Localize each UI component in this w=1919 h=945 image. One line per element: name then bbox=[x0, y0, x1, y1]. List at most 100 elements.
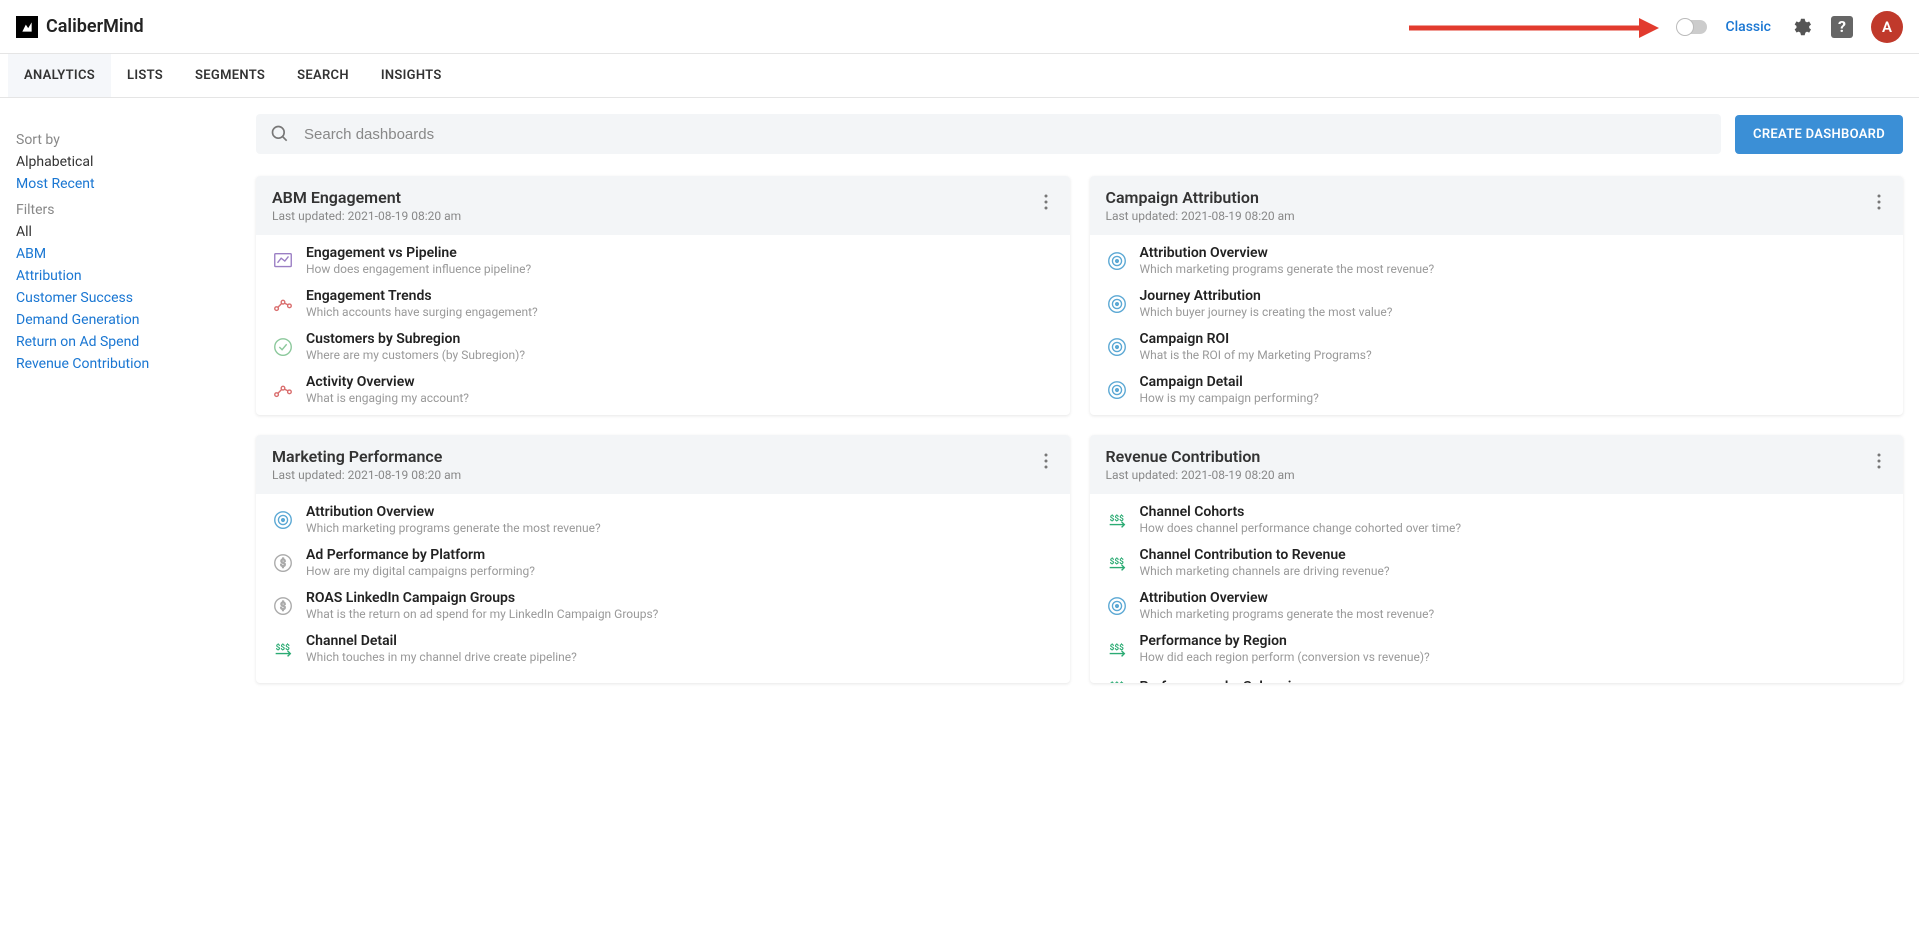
tab-lists[interactable]: LISTS bbox=[111, 54, 179, 97]
dashboard-item[interactable]: Attribution OverviewWhich marketing prog… bbox=[256, 498, 1070, 541]
money-icon: $$$ bbox=[1106, 676, 1128, 683]
dashboard-item[interactable]: Engagement vs PipelineHow does engagemen… bbox=[256, 239, 1070, 282]
money-icon: $$$ bbox=[272, 638, 294, 660]
item-desc: Where are my customers (by Subregion)? bbox=[306, 348, 1054, 362]
sort-heading: Sort by bbox=[16, 132, 234, 148]
sort-option[interactable]: Most Recent bbox=[16, 176, 234, 192]
card-title: ABM Engagement bbox=[272, 188, 1054, 207]
card-header: ABM Engagement Last updated: 2021-08-19 0… bbox=[256, 176, 1070, 235]
money-icon: $$$ bbox=[1106, 638, 1128, 660]
target-icon bbox=[1106, 336, 1128, 358]
gear-icon[interactable] bbox=[1789, 15, 1813, 39]
dashboard-item[interactable]: Campaign ROIWhat is the ROI of my Market… bbox=[1090, 325, 1904, 368]
trend-icon bbox=[272, 293, 294, 315]
target-icon bbox=[1106, 293, 1128, 315]
item-desc: Which marketing programs generate the mo… bbox=[1140, 262, 1888, 276]
dashboard-item[interactable]: Journey AttributionWhich buyer journey i… bbox=[1090, 282, 1904, 325]
item-desc: How did each region perform (conversion … bbox=[1140, 650, 1888, 664]
dashboard-item[interactable]: Attribution OverviewWhich marketing prog… bbox=[1090, 239, 1904, 282]
classic-link[interactable]: Classic bbox=[1725, 19, 1771, 35]
dashboard-item[interactable]: $$$ Performance by RegionHow did each reg… bbox=[1090, 627, 1904, 670]
item-title: Engagement Trends bbox=[306, 288, 1054, 304]
dashboard-item[interactable]: Attribution OverviewWhich marketing prog… bbox=[1090, 584, 1904, 627]
item-title: Performance by Region bbox=[1140, 633, 1888, 649]
card-updated: Last updated: 2021-08-19 08:20 am bbox=[1106, 209, 1888, 223]
card-header: Campaign Attribution Last updated: 2021-0… bbox=[1090, 176, 1904, 235]
dashboard-item[interactable]: $$$Channel Contribution to RevenueWhich … bbox=[1090, 541, 1904, 584]
item-desc: How is my campaign performing? bbox=[1140, 391, 1888, 405]
sort-option[interactable]: Alphabetical bbox=[16, 154, 234, 170]
filter-option[interactable]: Attribution bbox=[16, 268, 234, 284]
item-desc: Which marketing programs generate the mo… bbox=[1140, 607, 1888, 621]
chart-icon bbox=[272, 250, 294, 272]
kebab-menu-icon[interactable] bbox=[1867, 449, 1891, 473]
dashboard-item[interactable]: Engagement TrendsWhich accounts have sur… bbox=[256, 282, 1070, 325]
item-title: Channel Detail bbox=[306, 633, 1054, 649]
card-title: Campaign Attribution bbox=[1106, 188, 1888, 207]
brand-name: CaliberMind bbox=[46, 16, 144, 37]
item-title: Performance by Subregion bbox=[1140, 679, 1888, 684]
dashboard-item[interactable]: $$$Channel CohortsHow does channel perfo… bbox=[1090, 498, 1904, 541]
item-desc: Which accounts have surging engagement? bbox=[306, 305, 1054, 319]
item-desc: What is the ROI of my Marketing Programs… bbox=[1140, 348, 1888, 362]
item-desc: How are my digital campaigns performing? bbox=[306, 564, 1054, 578]
filter-option[interactable]: Return on Ad Spend bbox=[16, 334, 234, 350]
dashboard-item[interactable]: Campaign DetailHow is my campaign perfor… bbox=[1090, 368, 1904, 411]
create-dashboard-button[interactable]: CREATE DASHBOARD bbox=[1735, 115, 1903, 154]
filter-option[interactable]: Revenue Contribution bbox=[16, 356, 234, 372]
dashboard-item[interactable]: $ROAS LinkedIn Campaign GroupsWhat is th… bbox=[256, 584, 1070, 627]
tab-segments[interactable]: SEGMENTS bbox=[179, 54, 281, 97]
dashboard-item[interactable]: Customers by SubregionWhere are my custo… bbox=[256, 325, 1070, 368]
filter-option[interactable]: Demand Generation bbox=[16, 312, 234, 328]
item-desc: How does engagement influence pipeline? bbox=[306, 262, 1054, 276]
topbar-right: Classic ? A bbox=[1409, 11, 1903, 43]
item-title: Customers by Subregion bbox=[306, 331, 1054, 347]
kebab-menu-icon[interactable] bbox=[1034, 449, 1058, 473]
card-updated: Last updated: 2021-08-19 08:20 am bbox=[272, 468, 1054, 482]
dashboard-card: Marketing PerformanceLast updated: 2021-… bbox=[256, 435, 1070, 683]
item-title: Activity Overview bbox=[306, 374, 1054, 390]
filter-option[interactable]: Customer Success bbox=[16, 290, 234, 306]
filters-heading: Filters bbox=[16, 202, 234, 218]
sidebar: Sort by AlphabeticalMost Recent Filters … bbox=[0, 114, 250, 703]
filter-option[interactable]: ABM bbox=[16, 246, 234, 262]
item-desc: What is engaging my account? bbox=[306, 391, 1054, 405]
brand-logo-icon bbox=[16, 16, 38, 38]
dashboard-item[interactable]: $$$ Channel DetailWhich touches in my cha… bbox=[256, 627, 1070, 670]
dashboard-card: Revenue ContributionLast updated: 2021-0… bbox=[1090, 435, 1904, 683]
item-title: Campaign ROI bbox=[1140, 331, 1888, 347]
dashboard-item[interactable]: Activity OverviewWhat is engaging my acc… bbox=[256, 368, 1070, 411]
topbar: CaliberMind Classic ? A bbox=[0, 0, 1919, 54]
target-icon bbox=[272, 509, 294, 531]
dashboard-item[interactable]: $$$ Performance by Subregion bbox=[1090, 670, 1904, 683]
svg-text:$: $ bbox=[280, 556, 286, 569]
main-content: CREATE DASHBOARD ABM Engagement Last upda… bbox=[250, 114, 1919, 703]
money-icon: $$$ bbox=[1106, 509, 1128, 531]
avatar[interactable]: A bbox=[1871, 11, 1903, 43]
tab-analytics[interactable]: ANALYTICS bbox=[8, 54, 111, 97]
kebab-menu-icon[interactable] bbox=[1034, 190, 1058, 214]
dashboard-item[interactable]: $ Ad Performance by PlatformHow are my di… bbox=[256, 541, 1070, 584]
tab-insights[interactable]: INSIGHTS bbox=[365, 54, 458, 97]
trend-icon bbox=[272, 379, 294, 401]
item-title: Engagement vs Pipeline bbox=[306, 245, 1054, 261]
item-title: Channel Contribution to Revenue bbox=[1140, 547, 1888, 563]
item-title: Campaign Detail bbox=[1140, 374, 1888, 390]
search-icon bbox=[270, 124, 290, 144]
card-body: Attribution OverviewWhich marketing prog… bbox=[256, 494, 1070, 674]
search-input[interactable] bbox=[304, 126, 1707, 143]
tab-search[interactable]: SEARCH bbox=[281, 54, 365, 97]
brand[interactable]: CaliberMind bbox=[16, 16, 144, 38]
card-header: Marketing PerformanceLast updated: 2021-… bbox=[256, 435, 1070, 494]
kebab-menu-icon[interactable] bbox=[1867, 190, 1891, 214]
filter-option[interactable]: All bbox=[16, 224, 234, 240]
check-icon bbox=[272, 336, 294, 358]
classic-toggle[interactable] bbox=[1677, 20, 1707, 34]
nav-tabs: ANALYTICSLISTSSEGMENTSSEARCHINSIGHTS bbox=[0, 54, 1919, 98]
search-box[interactable] bbox=[256, 114, 1721, 154]
card-updated: Last updated: 2021-08-19 08:20 am bbox=[272, 209, 1054, 223]
card-title: Revenue Contribution bbox=[1106, 447, 1888, 466]
help-icon[interactable]: ? bbox=[1831, 16, 1853, 38]
item-title: Ad Performance by Platform bbox=[306, 547, 1054, 563]
item-desc: Which touches in my channel drive create… bbox=[306, 650, 1054, 664]
